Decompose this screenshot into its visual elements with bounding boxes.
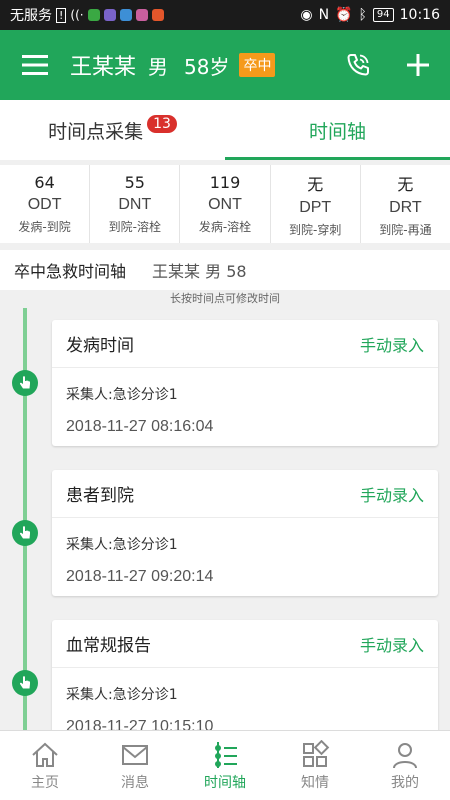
eye-icon: ◉ xyxy=(300,7,313,23)
diagnosis-badge: 卒中 xyxy=(239,53,276,77)
hand-pointer-icon xyxy=(19,376,30,389)
metric-code: DPT xyxy=(299,198,332,216)
metric-value: 55 xyxy=(124,173,145,192)
wifi-icon: ((· xyxy=(70,8,84,22)
patient-name: 王某某 xyxy=(70,55,137,80)
tab-time-collection[interactable]: 时间点采集 13 xyxy=(0,100,225,160)
tab-label: 时间点采集 xyxy=(48,120,144,143)
metric-desc: 到院-溶栓 xyxy=(108,220,161,234)
metric-value: 无 xyxy=(307,174,324,194)
card-header: 发病时间 手动录入 xyxy=(52,320,438,368)
metric-code: DRT xyxy=(389,198,422,216)
metrics-bar: 64 ODT 发病-到院 55 DNT 到院-溶栓 119 ONT 发病-溶栓 … xyxy=(0,165,450,243)
tab-count-badge: 13 xyxy=(147,115,177,133)
card-title: 发病时间 xyxy=(66,336,134,356)
app-icon xyxy=(119,9,132,21)
call-button[interactable] xyxy=(340,47,376,83)
status-bar: 无服务 ! ((· ◉ N ⏰ ᛒ 94 10:16 xyxy=(0,0,450,30)
tab-label: 时间轴 xyxy=(308,120,366,143)
manual-entry-button[interactable]: 手动录入 xyxy=(360,482,424,506)
menu-icon xyxy=(22,55,48,75)
metric-value: 119 xyxy=(209,173,241,192)
bluetooth-icon: ᛒ xyxy=(358,7,367,23)
metric-dpt: 无 DPT 到院-穿刺 xyxy=(271,165,361,243)
nav-label: 主页 xyxy=(31,774,59,791)
nav-profile[interactable]: 我的 xyxy=(360,731,450,800)
manual-entry-button[interactable]: 手动录入 xyxy=(360,332,424,356)
carrier-text: 无服务 xyxy=(10,8,52,24)
metric-drt: 无 DRT 到院-再通 xyxy=(361,165,450,243)
grid-icon xyxy=(303,739,330,767)
card-collector: 采集人:急诊分诊1 xyxy=(66,687,178,703)
section-title: 卒中急救时间轴 xyxy=(14,262,127,281)
app-icon xyxy=(103,9,116,21)
metric-desc: 发病-溶栓 xyxy=(198,220,252,234)
nfc-icon: N xyxy=(318,7,330,23)
battery-icon: 94 xyxy=(372,8,394,22)
metric-odt: 64 ODT 发病-到院 xyxy=(0,165,91,243)
weibo-app-icon xyxy=(151,9,164,21)
timeline-card-arrival[interactable]: 患者到院 手动录入 采集人:急诊分诊1 2018-11-27 09:20:14 xyxy=(52,470,438,596)
manual-entry-button[interactable]: 手动录入 xyxy=(360,632,424,656)
nav-consent[interactable]: 知情 xyxy=(270,731,360,800)
nav-label: 时间轴 xyxy=(204,774,246,791)
alarm-icon: ⏰ xyxy=(335,7,353,23)
add-button[interactable] xyxy=(400,47,436,83)
app-header: 王某某 男 58岁 卒中 xyxy=(0,30,450,100)
section-header: 卒中急救时间轴 王某某 男 58 xyxy=(0,250,450,290)
app-icon xyxy=(135,9,148,21)
metric-dnt: 55 DNT 到院-溶栓 xyxy=(90,165,181,243)
card-time: 2018-11-27 09:20:14 xyxy=(66,568,214,585)
metric-desc: 到院-再通 xyxy=(379,222,432,237)
nav-label: 知情 xyxy=(301,774,329,791)
plus-icon xyxy=(407,54,429,76)
menu-button[interactable] xyxy=(0,30,70,100)
person-icon xyxy=(393,742,417,768)
mail-icon xyxy=(122,744,148,765)
sim-icon: ! xyxy=(56,7,67,23)
nav-label: 消息 xyxy=(121,774,149,791)
card-header: 患者到院 手动录入 xyxy=(52,470,438,518)
home-icon xyxy=(32,742,58,767)
card-header: 血常规报告 手动录入 xyxy=(52,620,438,668)
wechat-app-icon xyxy=(87,9,100,21)
card-collector: 采集人:急诊分诊1 xyxy=(66,537,178,553)
metric-desc: 到院-穿刺 xyxy=(289,222,342,237)
timeline-card-blood-report[interactable]: 血常规报告 手动录入 采集人:急诊分诊1 2018-11-27 10:15:10 xyxy=(52,620,438,746)
card-title: 血常规报告 xyxy=(66,636,151,656)
metric-value: 无 xyxy=(397,174,414,194)
phone-icon xyxy=(347,54,369,76)
metric-code: DNT xyxy=(118,196,152,213)
card-title: 患者到院 xyxy=(66,486,134,506)
clock-text: 10:16 xyxy=(399,7,440,23)
nav-label: 我的 xyxy=(391,774,419,791)
nav-messages[interactable]: 消息 xyxy=(90,731,180,800)
tab-bar: 时间点采集 13 时间轴 xyxy=(0,100,450,160)
timeline-node xyxy=(12,520,38,546)
nav-home[interactable]: 主页 xyxy=(0,731,90,800)
hint-text: 长按时间点可修改时间 xyxy=(170,292,280,305)
section-patient: 王某某 男 58 xyxy=(152,262,247,281)
metric-code: ODT xyxy=(27,196,62,213)
tab-timeline[interactable]: 时间轴 xyxy=(225,100,450,160)
metric-ont: 119 ONT 发病-溶栓 xyxy=(180,165,271,243)
metric-value: 64 xyxy=(34,173,55,192)
card-time: 2018-11-27 08:16:04 xyxy=(66,418,214,435)
patient-sex: 男 xyxy=(148,54,169,79)
card-collector: 采集人:急诊分诊1 xyxy=(66,387,178,403)
patient-age: 58岁 xyxy=(184,54,230,79)
timeline-card-onset[interactable]: 发病时间 手动录入 采集人:急诊分诊1 2018-11-27 08:16:04 xyxy=(52,320,438,446)
nav-timeline[interactable]: 时间轴 xyxy=(180,731,270,800)
bottom-nav: 主页 消息 时间轴 知情 我的 xyxy=(0,730,450,800)
metric-desc: 发病-到院 xyxy=(18,220,71,234)
hand-pointer-icon xyxy=(19,526,30,539)
metric-code: ONT xyxy=(208,196,242,213)
hand-pointer-icon xyxy=(19,676,30,689)
timeline-node xyxy=(12,370,38,396)
timeline-node xyxy=(12,670,38,696)
timeline-icon xyxy=(215,741,237,768)
